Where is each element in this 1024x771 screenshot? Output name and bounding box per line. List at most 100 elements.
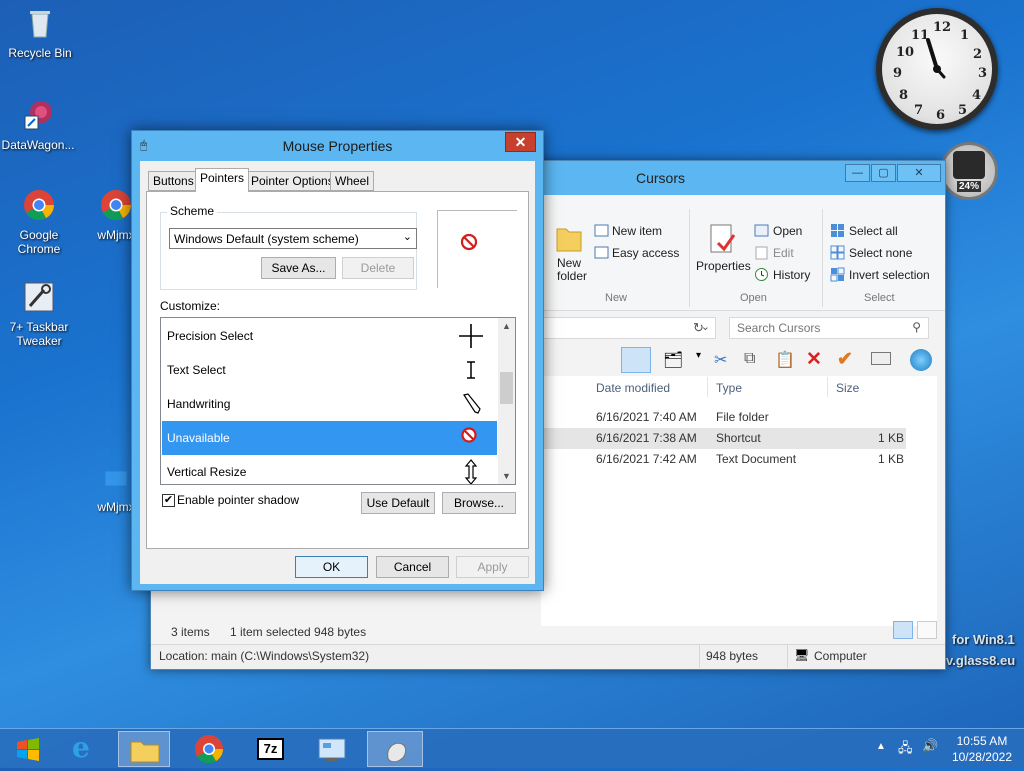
easy-access-button[interactable]: Easy access [612, 246, 679, 260]
unavailable-icon [460, 233, 478, 251]
clock-gadget: 12 1 2 3 4 5 6 7 8 9 10 11 [876, 8, 998, 130]
tab-pointer-options[interactable]: Pointer Options [246, 171, 339, 191]
taskbar-7zip[interactable]: 7z [245, 731, 297, 767]
cursor-name: Vertical Resize [167, 465, 247, 479]
scroll-down-icon[interactable]: ▼ [502, 471, 511, 481]
pointers-tab-panel: Scheme Windows Default (system scheme) ⌄… [146, 191, 529, 549]
close-button[interactable]: ✕ [897, 164, 941, 182]
open-button[interactable]: Open [773, 224, 802, 238]
open-icon [754, 224, 769, 237]
desktop-icon-label: DataWagon... [1, 138, 75, 152]
taskbar-control-panel[interactable] [306, 731, 358, 767]
minimize-button[interactable]: — [845, 164, 870, 182]
list-item[interactable]: Text Select [162, 353, 497, 387]
toolbar-dropdown-icon[interactable]: ▾ [696, 350, 701, 361]
invert-selection-icon [830, 267, 845, 282]
ok-button[interactable]: OK [295, 556, 368, 578]
select-none-button[interactable]: Select none [849, 246, 912, 260]
scroll-thumb[interactable] [500, 372, 513, 404]
tab-pointers[interactable]: Pointers [195, 168, 250, 192]
taskbar-tweaker-icon [24, 282, 54, 312]
volume-icon[interactable]: 🔊 [922, 738, 938, 754]
chevron-down-icon: ⌄ [402, 231, 412, 243]
toolbar-view-icon[interactable] [621, 347, 651, 373]
column-header-type[interactable]: Type [716, 381, 742, 395]
copy-icon[interactable]: ⧉ [744, 350, 755, 368]
cut-icon[interactable]: ✂ [714, 350, 727, 370]
list-item-selected[interactable]: Unavailable [162, 421, 497, 455]
enable-shadow-label[interactable]: Enable pointer shadow [177, 493, 299, 507]
dialog-close-button[interactable]: ✕ [505, 132, 536, 152]
taskbar-chrome[interactable] [183, 731, 235, 767]
cell-type: Text Document [716, 452, 797, 466]
browse-button[interactable]: Browse... [442, 492, 516, 514]
large-icons-view-icon[interactable] [917, 621, 937, 639]
new-folder-button[interactable]: New folder [557, 257, 597, 283]
taskbar-file-explorer[interactable] [118, 731, 170, 767]
enable-shadow-checkbox[interactable]: ✔ [162, 494, 175, 507]
checkmark-icon[interactable]: ✔ [837, 348, 853, 371]
desktop-icon-label: Recycle Bin [8, 46, 72, 60]
scheme-select[interactable]: Windows Default (system scheme) ⌄ [169, 228, 417, 249]
ibeam-icon [467, 361, 475, 379]
history-button[interactable]: History [773, 268, 810, 282]
edit-icon [755, 246, 768, 260]
list-item[interactable]: Precision Select [162, 319, 497, 353]
new-item-icon [594, 224, 609, 237]
globe-icon[interactable] [910, 349, 932, 371]
datawagon-icon [24, 101, 52, 130]
apply-button[interactable]: Apply [456, 556, 529, 578]
taskbar-internet-explorer[interactable]: e [60, 731, 112, 767]
list-item[interactable]: Handwriting [162, 387, 497, 421]
cursor-name: Precision Select [167, 329, 254, 343]
paste-icon[interactable]: 📋 [775, 350, 795, 370]
delete-icon[interactable]: ✕ [806, 348, 822, 371]
tray-clock[interactable]: 10:55 AM 10/28/2022 [952, 733, 1012, 765]
search-input[interactable]: Search Cursors ⚲ [729, 317, 929, 339]
desktop-icon-recycle-bin[interactable]: Recycle Bin [0, 6, 80, 60]
tray-overflow-icon[interactable]: ▲ [876, 741, 886, 752]
rename-icon[interactable] [871, 352, 891, 365]
mouse-properties-dialog[interactable]: 🖱 Mouse Properties ✕ Buttons Pointers Po… [131, 130, 544, 591]
start-button[interactable] [2, 731, 54, 767]
desktop-icon-datawagon[interactable]: DataWagon... [0, 98, 78, 152]
save-as-button[interactable]: Save As... [261, 257, 336, 279]
cancel-button[interactable]: Cancel [376, 556, 449, 578]
list-item[interactable]: Vertical Resize [162, 455, 497, 484]
desktop-icon-taskbar-tweaker[interactable]: 7+ Taskbar Tweaker [0, 280, 79, 348]
control-panel-icon [318, 738, 346, 761]
tray-time: 10:55 AM [956, 734, 1008, 748]
taskbar-mouse-properties[interactable] [367, 731, 423, 767]
select-none-icon [830, 245, 845, 260]
maximize-button[interactable]: ▢ [871, 164, 896, 182]
toolbar-folder-icon[interactable]: 🗂 [663, 350, 683, 370]
folder-icon [130, 741, 160, 763]
desktop-icon-google-chrome[interactable]: Google Chrome [0, 188, 79, 256]
tray-date: 10/28/2022 [951, 750, 1012, 764]
tab-wheel[interactable]: Wheel [330, 171, 375, 191]
tab-buttons[interactable]: Buttons [148, 171, 199, 191]
use-default-button[interactable]: Use Default [361, 492, 435, 514]
list-scrollbar[interactable]: ▲ ▼ [498, 318, 515, 484]
edit-button[interactable]: Edit [773, 246, 794, 260]
details-view-icon[interactable] [893, 621, 913, 639]
unavailable-icon [461, 427, 477, 443]
column-header-size[interactable]: Size [836, 381, 859, 395]
computer-icon: 🖥 [794, 648, 810, 662]
select-all-button[interactable]: Select all [849, 224, 898, 238]
network-icon[interactable]: 🖧 [898, 739, 913, 761]
new-item-button[interactable]: New item [612, 224, 662, 238]
customize-label: Customize: [160, 299, 221, 313]
scroll-up-icon[interactable]: ▲ [502, 321, 511, 331]
address-bar[interactable]: ⌄ [541, 317, 716, 339]
properties-icon [710, 224, 736, 253]
properties-button[interactable]: Properties [696, 259, 751, 273]
delete-button[interactable]: Delete [342, 257, 414, 279]
7zip-icon: 7z [257, 738, 284, 760]
column-header-date[interactable]: Date modified [596, 381, 670, 395]
invert-selection-button[interactable]: Invert selection [849, 268, 930, 282]
select-all-icon [831, 224, 844, 237]
refresh-icon[interactable]: ↻ [693, 320, 704, 336]
desktop-icon-label: 7+ Taskbar Tweaker [9, 320, 69, 348]
cursor-list[interactable]: Precision Select Text Select Handwriting… [160, 317, 516, 485]
